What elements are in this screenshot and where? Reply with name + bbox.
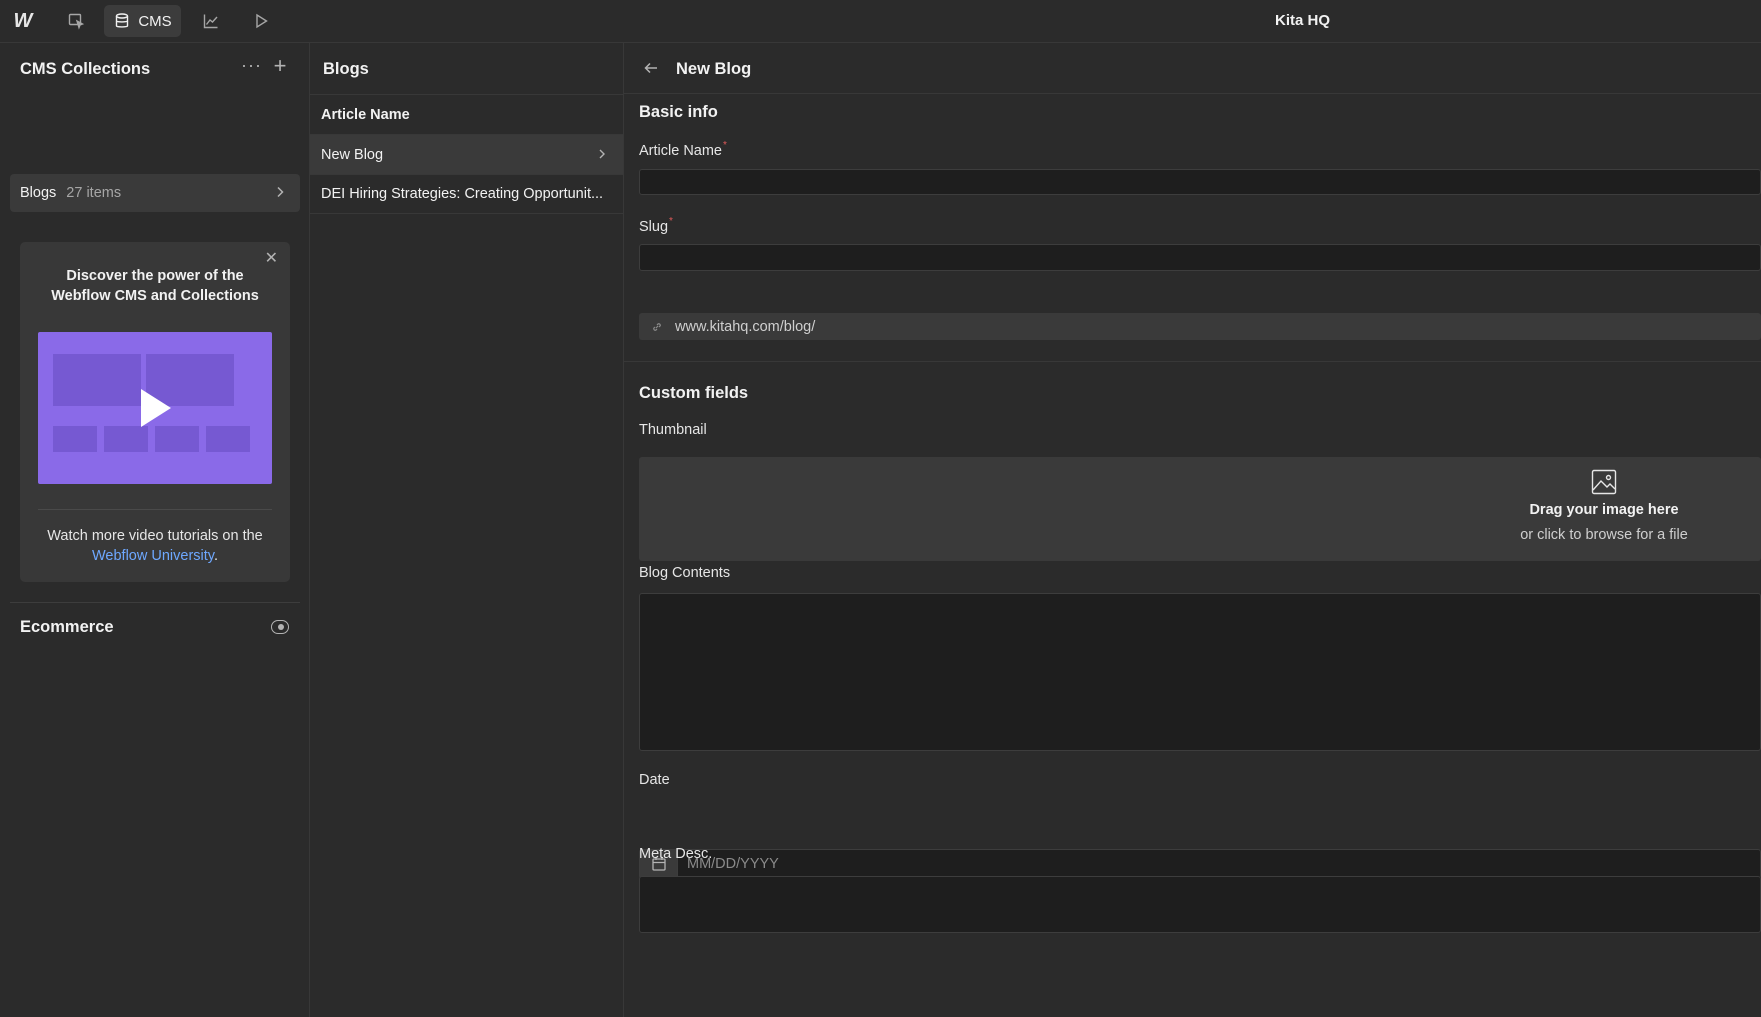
promo-title: Discover the power of the Webflow CMS an… [51,268,259,304]
article-name-label: Article Name* [639,140,727,159]
play-icon[interactable] [141,389,171,427]
editor-header: New Blog [624,43,1761,94]
panel-title: CMS Collections [20,60,151,78]
database-icon [116,13,129,28]
editor-title: New Blog [676,60,752,78]
date-label: Date [639,772,670,788]
collection-items-panel: Blogs Article Name New Blog DEI Hiring S… [310,43,624,1017]
top-bar: W CMS Kita HQ [0,0,1761,43]
item-editor: New Blog Basic info Article Name* Slug* … [624,43,1761,1017]
video-preview-card [155,426,199,452]
thumbnail-dropzone[interactable]: Drag your image here or click to browse … [639,457,1761,561]
ecommerce-visibility-toggle-icon[interactable] [271,620,289,634]
slug-input[interactable] [639,244,1761,271]
list-item[interactable]: DEI Hiring Strategies: Creating Opportun… [310,174,623,214]
video-preview-card [104,426,148,452]
meta-desc-label: Meta Desc. [639,846,713,862]
webflow-university-link[interactable]: Webflow University [92,548,214,564]
panel-title: Blogs [323,60,369,78]
section-title-basic-info: Basic info [639,103,718,121]
thumbnail-label: Thumbnail [639,422,707,438]
video-preview-card [53,426,97,452]
promo-footer-text: Watch more video tutorials on the [47,528,263,544]
required-mark: * [669,216,673,227]
video-preview-card [53,354,141,406]
dropzone-main-text: Drag your image here [1529,502,1679,518]
promo-footer-end: . [213,548,218,564]
divider [10,602,300,603]
column-header[interactable]: Article Name [310,94,623,134]
more-options-icon[interactable]: ··· [241,56,261,76]
promo-footer: Watch more video tutorials on the Webflo… [30,526,280,566]
site-title: Kita HQ [1275,12,1331,29]
slug-url-preview: www.kitahq.com/blog/ [639,313,1761,340]
divider [624,361,1761,362]
cms-collections-panel: CMS Collections ··· + Blogs 27 items ✕ D… [0,43,310,1017]
list-item[interactable]: New Blog [310,134,623,174]
required-mark: * [723,140,727,151]
cms-tab-button[interactable]: CMS [104,5,181,37]
cursor-select-icon[interactable] [60,5,92,37]
slug-prefix-text: www.kitahq.com/blog/ [675,318,816,335]
blog-contents-editor[interactable] [639,593,1761,751]
date-field[interactable]: MM/DD/YYYY [639,849,1761,879]
collection-count: 27 items [66,185,122,201]
ecommerce-title: Ecommerce [20,618,114,636]
slug-label: Slug* [639,216,673,235]
image-icon [1591,469,1617,495]
video-thumbnail[interactable] [38,332,272,484]
add-collection-icon[interactable]: + [270,55,290,77]
dropzone-sub-text: or click to browse for a file [1520,527,1688,543]
link-icon [653,322,661,331]
webflow-logo-icon[interactable]: W [8,8,36,34]
list-item-label: DEI Hiring Strategies: Creating Opportun… [321,186,604,202]
collection-item-blogs[interactable]: Blogs 27 items [10,174,300,212]
collection-name: Blogs [20,185,57,201]
chevron-right-icon [277,186,284,198]
meta-desc-input[interactable] [639,876,1761,933]
section-title-custom-fields: Custom fields [639,384,749,402]
field-label-text: Article Name [639,143,722,159]
field-label-text: Slug [639,219,669,235]
chevron-right-icon [599,149,605,159]
cms-tab-label: CMS [138,12,172,30]
video-preview-card [206,426,250,452]
play-preview-icon[interactable] [245,5,277,37]
list-item-label: New Blog [321,146,384,163]
blog-contents-label: Blog Contents [639,565,731,581]
promo-card: ✕ Discover the power of the Webflow CMS … [20,242,290,582]
divider [38,509,272,510]
back-arrow-icon[interactable] [642,59,660,77]
analytics-icon[interactable] [195,5,227,37]
close-icon[interactable]: ✕ [265,251,278,267]
article-name-input[interactable] [639,169,1761,195]
